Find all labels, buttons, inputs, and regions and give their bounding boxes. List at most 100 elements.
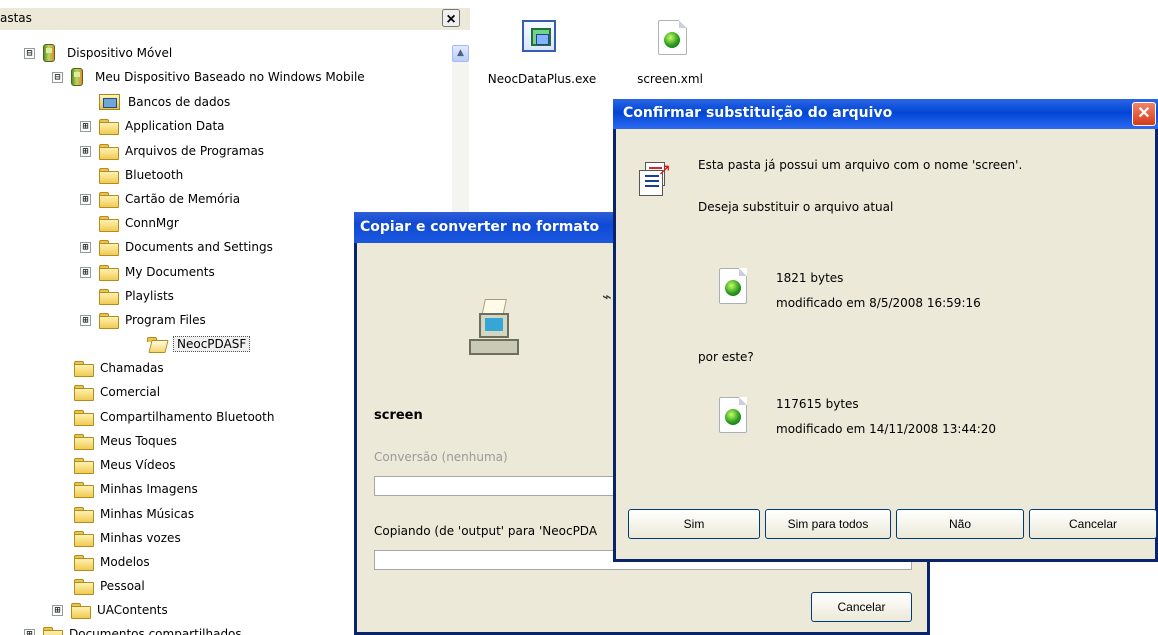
no-button[interactable]: Não [896, 509, 1024, 539]
tree-item-label: Dispositivo Móvel [67, 46, 173, 60]
tree-item-bluetooth[interactable]: Bluetooth [80, 163, 183, 187]
expand-icon[interactable]: ⊞ [80, 145, 91, 157]
replace-with-label: por este? [698, 350, 754, 364]
folder-pane-close-button[interactable]: × [442, 9, 460, 28]
tree-item-label: Application Data [125, 119, 225, 133]
xml-file-icon[interactable] [658, 20, 687, 55]
tree-item-playlists[interactable]: Playlists [80, 284, 174, 308]
folder-icon [74, 555, 94, 571]
replace-question: Deseja substituir o arquivo atual [698, 200, 894, 214]
tree-item-label: Minhas Imagens [100, 482, 198, 496]
computer-icon [469, 299, 519, 357]
tree-item-label: Modelos [100, 555, 150, 569]
new-file-modified: modificado em 14/11/2008 13:44:20 [776, 422, 997, 436]
tree-item-minhas-vozes[interactable]: Minhas vozes [74, 526, 181, 550]
copy-status: Copiando (de 'output' para 'NeocPDA [374, 524, 598, 538]
folder-icon [99, 144, 119, 160]
tree-item-label: Minhas vozes [100, 531, 181, 545]
tree-item-label: Documents and Settings [125, 240, 273, 254]
tree-item-label: Meus Toques [100, 434, 177, 448]
tree-item-label: UAContents [97, 603, 168, 617]
tree-item-meus-videos[interactable]: Meus Vídeos [74, 453, 176, 477]
tree-item-comercial[interactable]: Comercial [74, 380, 160, 404]
collapse-icon[interactable]: ⊟ [52, 71, 63, 83]
copy-dialog-title: Copiar e converter no formato [360, 219, 600, 235]
expand-icon[interactable]: ⊞ [80, 266, 91, 278]
tree-item-label: Cartão de Memória [125, 192, 241, 206]
tree-item-documentos-compartilhados[interactable]: ⊞ Documentos compartilhados [24, 622, 242, 635]
tree-item-connmgr[interactable]: ConnMgr [80, 211, 179, 235]
folder-icon [43, 627, 63, 635]
tree-item-label: Program Files [125, 313, 206, 327]
tree-item-uacontents[interactable]: ⊞ UAContents [52, 598, 168, 622]
tree-item-modelos[interactable]: Modelos [74, 550, 150, 574]
tree-item-label: My Documents [125, 265, 215, 279]
copy-cancel-button[interactable]: Cancelar [811, 592, 912, 622]
tree-item-bancos-de-dados[interactable]: Bancos de dados [80, 90, 230, 114]
executable-icon[interactable] [522, 20, 556, 52]
folder-icon [99, 119, 119, 135]
existing-file-modified: modificado em 8/5/2008 16:59:16 [776, 296, 981, 310]
new-file-size: 117615 bytes [776, 397, 859, 411]
tree-item-dispositivo-movel[interactable]: ⊟ Dispositivo Móvel [24, 41, 172, 65]
expand-icon[interactable]: ⊞ [80, 193, 91, 205]
folder-icon [74, 361, 94, 377]
tree-item-compartilhamento-bluetooth[interactable]: Compartilhamento Bluetooth [74, 405, 274, 429]
tree-item-program-files[interactable]: ⊞ Program Files [80, 308, 206, 332]
tree-item-label: Comercial [100, 385, 161, 399]
expand-icon[interactable]: ⊞ [24, 628, 35, 635]
expand-icon[interactable]: ⊞ [80, 314, 91, 326]
mobile-device-icon [71, 68, 83, 86]
tree-item-minhas-imagens[interactable]: Minhas Imagens [74, 477, 198, 501]
folder-icon [74, 579, 94, 595]
tree-item-application-data[interactable]: ⊞ Application Data [80, 114, 225, 138]
tree-item-label: Meu Dispositivo Baseado no Windows Mobil… [95, 70, 365, 84]
expand-icon[interactable]: ⊞ [80, 120, 91, 132]
desktop-file-label[interactable]: NeocDataPlus.exe [479, 72, 605, 86]
confirm-dialog-titlebar[interactable]: Confirmar substituição do arquivo ✕ [613, 99, 1158, 129]
tree-item-label: Bluetooth [125, 168, 184, 182]
folder-pane-header: astas × [0, 8, 470, 30]
folder-icon [99, 216, 119, 232]
tree-item-label: ConnMgr [125, 216, 179, 230]
tree-scroll-up-button[interactable]: ▲ [452, 45, 469, 62]
folder-icon [99, 289, 119, 305]
close-icon[interactable]: ✕ [1132, 102, 1156, 126]
folder-icon [74, 458, 94, 474]
folder-icon [74, 507, 94, 523]
tree-item-my-documents[interactable]: ⊞ My Documents [80, 260, 215, 284]
tree-item-documents-and-settings[interactable]: ⊞ Documents and Settings [80, 235, 273, 259]
folder-icon [99, 240, 119, 256]
tree-item-minhas-musicas[interactable]: Minhas Músicas [74, 502, 194, 526]
tree-item-label: Pessoal [100, 579, 145, 593]
collapse-icon[interactable]: ⊟ [24, 47, 35, 59]
tree-item-label: Minhas Músicas [100, 507, 195, 521]
open-folder-icon [147, 337, 166, 351]
copy-file-name: screen [374, 408, 423, 423]
tree-item-meus-toques[interactable]: Meus Toques [74, 429, 177, 453]
folder-icon [99, 168, 119, 184]
cancel-button[interactable]: Cancelar [1029, 509, 1157, 539]
tree-item-label: Documentos compartilhados [69, 627, 242, 635]
folder-icon [74, 531, 94, 547]
desktop-file-label[interactable]: screen.xml [620, 72, 720, 86]
yes-to-all-button[interactable]: Sim para todos [765, 509, 891, 539]
tree-item-label: Bancos de dados [128, 95, 231, 109]
tree-item-chamadas[interactable]: Chamadas [74, 356, 164, 380]
tree-item-cartao-de-memoria[interactable]: ⊞ Cartão de Memória [80, 187, 240, 211]
flying-document-icon: ⌁ [602, 287, 612, 306]
folder-icon [74, 385, 94, 401]
tree-item-pessoal[interactable]: Pessoal [74, 574, 145, 598]
confirm-file-replace-dialog: Confirmar substituição do arquivo ✕ ↗ Es… [613, 99, 1158, 562]
existing-file-size: 1821 bytes [776, 271, 844, 285]
tree-item-label: Compartilhamento Bluetooth [100, 410, 275, 424]
confirm-dialog-title: Confirmar substituição do arquivo [623, 105, 893, 121]
folder-pane-title: astas [0, 11, 32, 25]
tree-item-label: Playlists [125, 289, 174, 303]
tree-item-neocpdasf[interactable]: NeocPDASF [147, 332, 251, 356]
expand-icon[interactable]: ⊞ [52, 604, 63, 616]
tree-item-arquivos-de-programas[interactable]: ⊞ Arquivos de Programas [80, 139, 264, 163]
tree-item-meu-dispositivo[interactable]: ⊟ Meu Dispositivo Baseado no Windows Mob… [52, 65, 365, 89]
yes-button[interactable]: Sim [628, 509, 760, 539]
expand-icon[interactable]: ⊞ [80, 241, 91, 253]
